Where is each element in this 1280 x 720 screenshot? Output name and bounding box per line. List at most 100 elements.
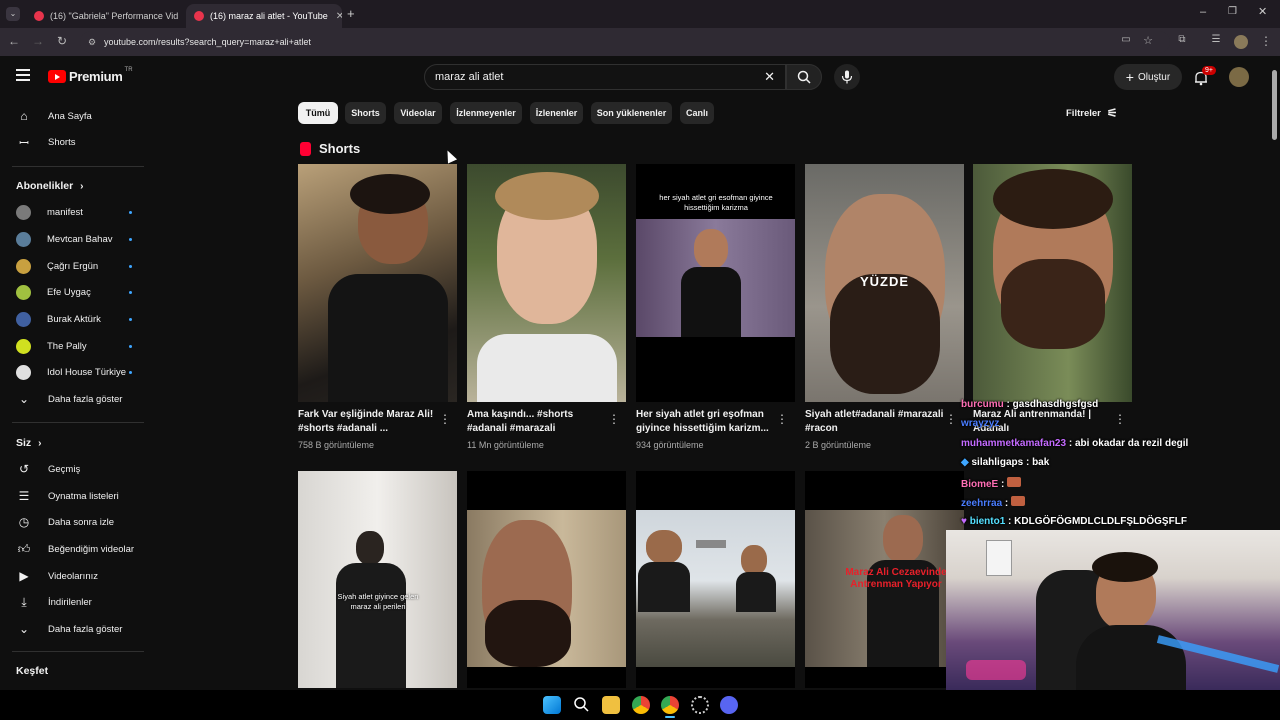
chip-all[interactable]: Tümü — [298, 102, 338, 124]
chip-watched[interactable]: İzlenenler — [530, 102, 583, 124]
file-explorer-icon[interactable] — [602, 696, 620, 714]
browser-tab-1[interactable]: (16) "Gabriela" Performance Vid ✕ — [26, 4, 182, 28]
tab-search-icon[interactable]: ☰ — [1208, 34, 1224, 45]
hamburger-menu-icon[interactable] — [16, 69, 30, 81]
logo-text: Premium — [69, 69, 123, 84]
subscription-item[interactable]: Idol House Türkiye — [0, 359, 156, 385]
site-info-icon[interactable]: ⚙ — [88, 31, 96, 53]
reload-icon[interactable]: ↻ — [54, 34, 70, 48]
sidebar-item-watch-later[interactable]: ◷ Daha sonra izle — [0, 509, 156, 535]
more-options-icon[interactable]: ⋮ — [1114, 412, 1126, 426]
show-more-you[interactable]: ⌄ Daha fazla göster — [0, 616, 156, 642]
chip-shorts[interactable]: Shorts — [345, 102, 386, 124]
clear-search-icon[interactable]: ✕ — [764, 65, 775, 89]
subscription-item[interactable]: manifest — [0, 199, 156, 225]
more-options-icon[interactable]: ⋮ — [945, 412, 957, 426]
account-avatar[interactable] — [1229, 67, 1249, 87]
extensions-icon[interactable]: ⧉ — [1174, 34, 1190, 45]
subscription-item[interactable]: The Pally — [0, 333, 156, 359]
sidebar-item-label: Beğendiğim videolar — [48, 543, 135, 555]
subscription-item[interactable]: Efe Uygaç — [0, 279, 156, 305]
short-views: 11 Mn görüntüleme — [467, 440, 544, 450]
windows-start-icon[interactable] — [543, 696, 561, 714]
short-thumbnail[interactable] — [298, 164, 457, 402]
download-icon: ⤓ — [21, 594, 27, 609]
short-thumbnail[interactable] — [467, 164, 626, 402]
subscriptions-heading[interactable]: Abonelikler › — [16, 180, 83, 192]
sidebar-item-shorts[interactable]: ꟷ Shorts — [0, 129, 156, 155]
discord-icon[interactable] — [720, 696, 738, 714]
new-content-dot — [129, 264, 132, 268]
page-scrollbar[interactable] — [1272, 70, 1277, 140]
close-tab-icon[interactable]: ✕ — [178, 11, 182, 22]
address-bar[interactable]: ⚙ youtube.com/results?search_query=maraz… — [80, 31, 1170, 53]
more-options-icon[interactable]: ⋮ — [776, 412, 788, 426]
back-icon[interactable]: ← — [6, 34, 22, 48]
short-thumbnail[interactable] — [467, 471, 626, 688]
channel-avatar — [16, 231, 31, 247]
sidebar-item-your-videos[interactable]: ▶ Videolarınız — [0, 563, 156, 589]
sidebar-item-history[interactable]: ↺ Geçmiş — [0, 456, 156, 482]
voice-search-button[interactable] — [834, 64, 860, 90]
browser-menu-icon[interactable]: ⋮ — [1258, 34, 1274, 48]
new-content-dot — [129, 344, 132, 348]
notification-count-badge: 9+ — [1202, 66, 1216, 75]
subscription-item[interactable]: Mevtcan Bahav — [0, 226, 156, 252]
short-title[interactable]: Ama kaşındı... #shorts #adanali #marazal… — [467, 408, 607, 436]
new-tab-icon[interactable]: + — [347, 6, 355, 21]
minimize-icon[interactable]: – — [1200, 6, 1206, 18]
you-heading[interactable]: Siz › — [16, 437, 41, 449]
chat-message: burcumu : gasdhasdhgsfgsd — [961, 399, 1099, 410]
short-thumbnail[interactable] — [636, 471, 795, 688]
sidebar-divider — [12, 422, 144, 423]
sidebar-divider — [12, 651, 144, 652]
short-thumbnail[interactable]: her siyah atlet gri esofman giyince hiss… — [636, 164, 795, 402]
short-title[interactable]: Her siyah atlet gri eşofman giyince hiss… — [636, 408, 776, 436]
create-button[interactable]: + Oluştur — [1114, 64, 1182, 90]
video-icon: ▶ — [19, 569, 29, 583]
show-more-subscriptions[interactable]: ⌄ Daha fazla göster — [0, 386, 156, 412]
subscription-item[interactable]: Burak Aktürk — [0, 306, 156, 332]
chat-message: ◆ silahligaps : bak — [961, 457, 1050, 468]
chat-text: gasdhasdhgsfgsd — [1012, 399, 1099, 410]
more-options-icon[interactable]: ⋮ — [608, 412, 620, 426]
close-window-icon[interactable]: ✕ — [1258, 5, 1267, 18]
close-tab-icon[interactable]: ✕ — [328, 11, 342, 22]
taskbar-search-icon[interactable] — [573, 696, 591, 714]
chevron-down-icon: ⌄ — [18, 392, 30, 406]
short-thumbnail[interactable]: YÜZDE — [805, 164, 964, 402]
settings-icon[interactable] — [691, 696, 709, 714]
chrome-active-icon[interactable] — [661, 696, 679, 714]
bookmark-star-icon[interactable]: ☆ — [1140, 34, 1156, 47]
chrome-icon[interactable] — [632, 696, 650, 714]
chip-unwatched[interactable]: İzlenmeyenler — [450, 102, 522, 124]
short-thumbnail[interactable]: Siyah atlet giyince gelen maraz ali peri… — [298, 471, 457, 688]
chip-recently-uploaded[interactable]: Son yüklenenler — [591, 102, 672, 124]
restore-icon[interactable]: ❐ — [1228, 6, 1237, 17]
sidebar-item-downloads[interactable]: ⤓ İndirilenler — [0, 589, 156, 615]
profile-avatar[interactable] — [1234, 35, 1248, 49]
forward-icon[interactable]: → — [30, 34, 46, 48]
chat-message: wrayzyz — [961, 418, 999, 429]
youtube-logo[interactable]: Premium TR — [48, 67, 133, 84]
short-title[interactable]: Siyah atlet#adanali #marazali #racon — [805, 408, 945, 436]
browser-tab-2[interactable]: (16) maraz ali atlet - YouTube ✕ — [186, 4, 342, 28]
short-thumbnail[interactable]: Maraz Ali Cezaevinde Antrenman Yapıyor — [805, 471, 964, 688]
search-button[interactable] — [786, 64, 822, 90]
filters-button[interactable]: Filtreler ⚟ — [1066, 106, 1118, 120]
search-input[interactable]: maraz ali atlet ✕ — [424, 64, 786, 90]
sidebar-item-label: Geçmiş — [48, 463, 81, 475]
sidebar-item-playlists[interactable]: ☰ Oynatma listeleri — [0, 483, 156, 509]
short-title[interactable]: Fark Var eşliğinde Maraz Ali! #shorts #a… — [298, 408, 438, 436]
chip-videos[interactable]: Videolar — [394, 102, 442, 124]
explore-heading: Keşfet — [16, 665, 49, 677]
tab-list-chevron-icon[interactable]: ⌄ — [6, 7, 20, 21]
subscription-item[interactable]: Çağrı Ergün — [0, 253, 156, 279]
chip-live[interactable]: Canlı — [680, 102, 714, 124]
more-options-icon[interactable]: ⋮ — [439, 412, 451, 426]
cast-icon[interactable]: ▭ — [1118, 34, 1134, 45]
sidebar-item-home[interactable]: ⌂ Ana Sayfa — [0, 103, 156, 129]
short-thumbnail[interactable] — [973, 164, 1132, 402]
sidebar-item-liked-videos[interactable]: 👍︎ Beğendiğim videolar — [0, 536, 156, 562]
notifications-button[interactable]: 9+ — [1192, 66, 1216, 88]
